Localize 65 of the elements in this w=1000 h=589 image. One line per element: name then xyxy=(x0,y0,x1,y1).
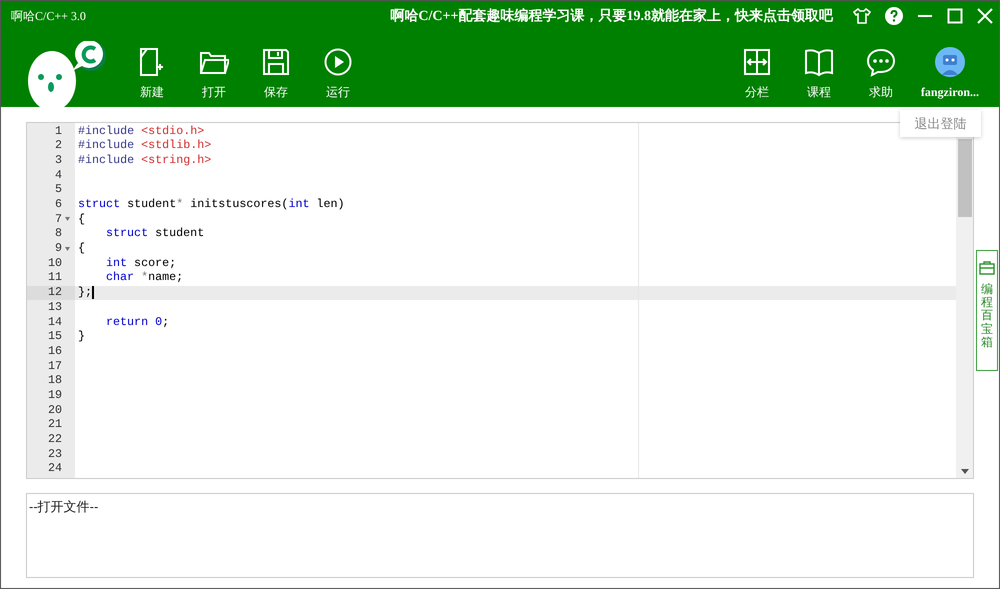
code-line: } xyxy=(78,328,86,346)
split-view-icon xyxy=(742,47,772,77)
line-number: 15 xyxy=(48,328,62,346)
line-number: 12 xyxy=(48,284,62,302)
code-line: char *name; xyxy=(106,269,184,286)
code-line: int score; xyxy=(106,254,176,272)
code-line: { xyxy=(78,240,86,258)
side-tab[interactable]: 编程百宝箱 xyxy=(976,250,998,371)
line-number: 4 xyxy=(54,166,62,184)
toolbar-button[interactable]: 新建 xyxy=(130,47,174,103)
user-account-button[interactable]: fangziron... xyxy=(920,47,979,103)
line-number: 5 xyxy=(54,181,62,198)
text-cursor xyxy=(92,286,94,300)
line-number: 1 xyxy=(54,123,62,140)
line-number: 6 xyxy=(54,196,62,214)
toolbox-icon xyxy=(979,261,995,275)
close-icon[interactable] xyxy=(977,8,993,24)
fold-arrow-icon[interactable] xyxy=(65,246,70,250)
code-line: struct student* initstuscores(int len) xyxy=(78,196,345,214)
line-number: 17 xyxy=(48,358,62,375)
toolbar-button[interactable]: 运行 xyxy=(316,47,360,103)
line-number: 8 xyxy=(54,225,62,242)
line-number: 19 xyxy=(48,386,62,404)
toolbar-button[interactable]: 求助 xyxy=(858,47,903,103)
line-number: 21 xyxy=(48,416,62,434)
help-icon[interactable] xyxy=(885,7,903,25)
line-number: 11 xyxy=(48,269,62,286)
line-number: 22 xyxy=(48,431,62,448)
toolbar-button[interactable]: 分栏 xyxy=(734,47,779,103)
code-line: #include <string.h> xyxy=(78,152,212,169)
line-number: 2 xyxy=(54,137,62,154)
shirt-icon[interactable] xyxy=(853,8,871,24)
play-icon xyxy=(323,47,353,77)
line-number: 14 xyxy=(48,314,62,331)
toolbar-button[interactable]: 打开 xyxy=(192,47,236,103)
line-number: 3 xyxy=(54,152,62,169)
scroll-down-icon[interactable] xyxy=(960,469,968,474)
window-title: 啊哈C/C++ 3.0 xyxy=(11,8,86,25)
save-icon xyxy=(261,47,291,77)
toolbar-button[interactable]: 课程 xyxy=(796,47,841,103)
scrollbar-thumb[interactable] xyxy=(958,139,972,217)
fold-arrow-icon[interactable] xyxy=(65,217,70,222)
code-line: #include <stdio.h> xyxy=(78,123,204,140)
line-number: 9 xyxy=(54,240,62,258)
code-line: return 0; xyxy=(106,314,170,331)
line-number: 23 xyxy=(48,446,62,463)
chat-icon xyxy=(866,47,896,77)
code-line: }; xyxy=(78,284,92,302)
code-line: { xyxy=(78,210,86,228)
line-number: 7 xyxy=(54,210,62,228)
promo-banner-link[interactable]: 啊哈C/C++配套趣味编程学习课，只要19.8就能在家上，快来点击领取吧 xyxy=(390,6,833,26)
line-number: 18 xyxy=(48,372,62,390)
line-number: 10 xyxy=(48,254,62,272)
line-number: 13 xyxy=(48,298,62,316)
line-number: 24 xyxy=(48,460,62,478)
code-line: #include <stdlib.h> xyxy=(78,137,212,154)
toolbar-button[interactable]: 保存 xyxy=(254,47,298,103)
avatar-icon xyxy=(934,47,965,77)
line-number: 20 xyxy=(48,402,62,419)
code-line: struct student xyxy=(106,225,204,242)
output-text: --打开文件-- xyxy=(29,499,98,514)
logout-menu[interactable]: 退出登陆 xyxy=(900,110,981,137)
line-number: 16 xyxy=(48,342,62,360)
book-icon xyxy=(804,47,834,77)
maximize-icon[interactable] xyxy=(947,8,963,24)
